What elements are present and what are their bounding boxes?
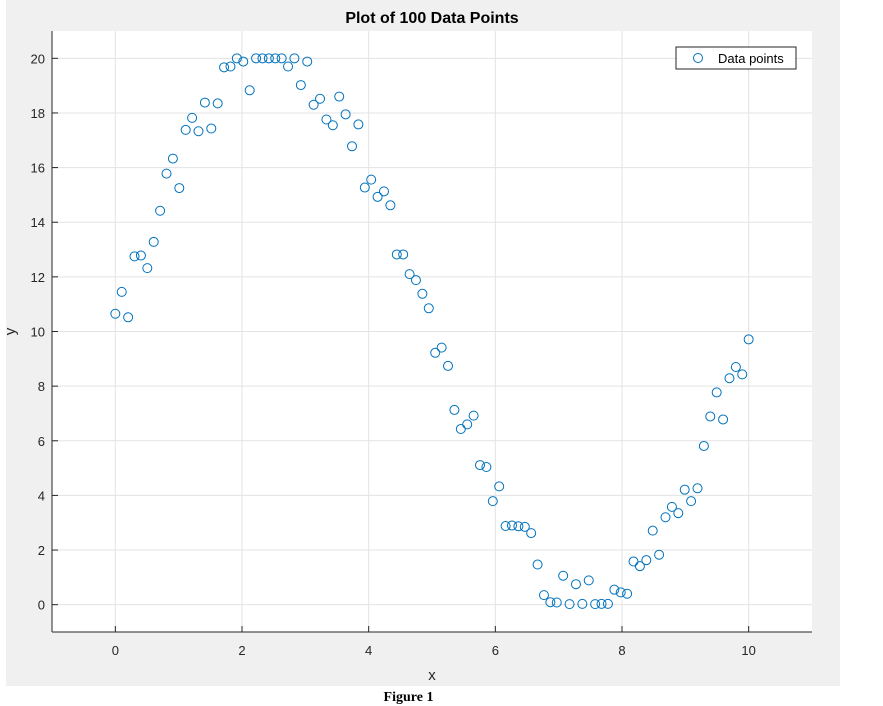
x-tick-label: 0 (112, 643, 119, 658)
legend-entry-label: Data points (718, 51, 784, 66)
figure-window: 0 2 4 6 8 10 0 2 4 6 8 10 12 14 16 18 20 Plot of 100 Dat… (0, 0, 883, 705)
x-tick-label: 8 (618, 643, 625, 658)
y-axis-label: y (2, 327, 19, 335)
y-tick-label: 12 (31, 270, 45, 285)
y-tick-label: 20 (31, 51, 45, 66)
x-axis-label: x (428, 667, 436, 684)
x-tick-label: 4 (365, 643, 372, 658)
scatter-chart: 0 2 4 6 8 10 0 2 4 6 8 10 12 14 16 18 20 Plot of 100 Dat… (2, 10, 812, 684)
x-tick-label: 2 (238, 643, 245, 658)
y-tick-label: 4 (38, 488, 45, 503)
y-tick-label: 14 (31, 215, 45, 230)
chart-title: Plot of 100 Data Points (345, 10, 518, 27)
x-tick-label: 10 (741, 643, 755, 658)
legend[interactable]: Data points (675, 46, 797, 70)
y-tick-label: 8 (38, 379, 45, 394)
y-tick-label: 10 (31, 325, 45, 340)
y-tick-label: 0 (38, 598, 45, 613)
figure-caption: Figure 1 (383, 690, 434, 705)
y-tick-label: 6 (38, 434, 45, 449)
x-tick-label: 6 (492, 643, 499, 658)
y-tick-label: 16 (31, 161, 45, 176)
y-tick-label: 18 (31, 106, 45, 121)
y-tick-label: 2 (38, 543, 45, 558)
